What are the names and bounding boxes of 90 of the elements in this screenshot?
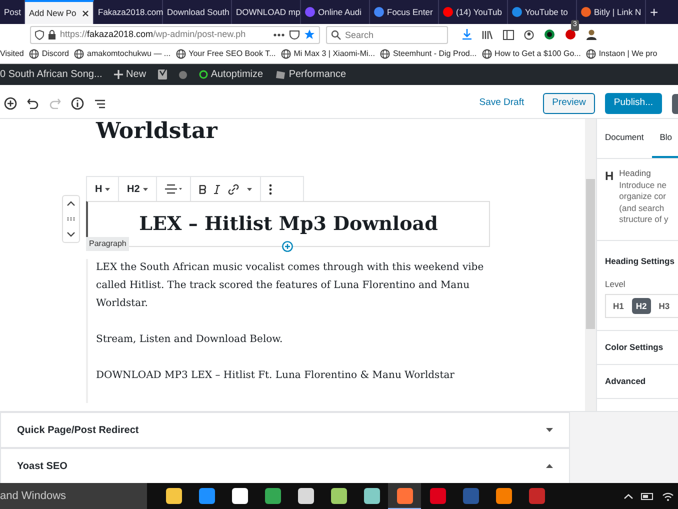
scroll-thumb[interactable] <box>586 179 595 329</box>
italic-icon[interactable] <box>214 184 220 194</box>
block-name: Heading <box>619 167 652 180</box>
globe-icon <box>280 49 291 59</box>
bookmark[interactable]: Discord <box>28 48 69 60</box>
bookmark[interactable]: Instaon | We pro <box>586 48 658 60</box>
close-icon[interactable] <box>82 10 89 16</box>
align-center-icon[interactable] <box>164 184 182 194</box>
battery-icon[interactable] <box>641 493 654 500</box>
block-label: Paragraph <box>86 237 130 251</box>
taskbar-search[interactable]: and Windows <box>0 483 147 509</box>
bold-icon[interactable] <box>198 184 206 194</box>
account-icon[interactable] <box>524 30 534 40</box>
paragraph[interactable]: LEX the South African music vocalist comes through with this weekend vibe called Hitlist. The track scored the features of Luna Florentino and Manu Worldstar. <box>96 259 490 313</box>
add-block-icon[interactable] <box>4 97 17 110</box>
status-ring-icon <box>199 70 208 79</box>
status-dot-icon <box>179 70 188 78</box>
heading-level-button[interactable]: H2 <box>126 182 148 196</box>
panel-title[interactable]: Heading Settings <box>605 255 676 268</box>
globe-icon <box>586 49 596 59</box>
new-menu[interactable]: New <box>114 67 146 82</box>
autoptimize-menu[interactable]: Autoptimize <box>199 67 264 82</box>
post-title[interactable]: Worldstar <box>96 119 218 144</box>
meta-box-header[interactable]: Yoast SEO <box>0 448 570 484</box>
caret-icon <box>104 188 110 190</box>
expand-arrow-icon[interactable] <box>546 428 553 432</box>
star-icon[interactable] <box>304 29 315 40</box>
block-description: Introduce ne organize cor (and search structure of y <box>619 180 668 226</box>
caret-icon[interactable] <box>246 188 252 190</box>
globe-icon <box>482 49 492 59</box>
url-text: https://fakaza2018.com/wp-admin/post-new.ph <box>60 28 246 41</box>
collapse-arrow-icon[interactable] <box>546 464 553 468</box>
bookmark[interactable]: Mi Max 3 | Xiaomi-Mi... <box>280 48 375 60</box>
globe-icon <box>28 49 39 59</box>
move-up-icon[interactable] <box>67 201 75 206</box>
info-icon[interactable] <box>71 97 84 110</box>
address-bar[interactable]: https://fakaza2018.com/wp-admin/post-new.ph <box>30 26 320 44</box>
more-options-icon[interactable] <box>268 184 272 194</box>
level-label: Level <box>605 278 626 290</box>
bookmark[interactable]: Visited <box>0 48 24 60</box>
extension-icon[interactable] <box>544 29 555 40</box>
taskbar-app[interactable] <box>388 483 421 509</box>
caret-icon <box>142 188 148 190</box>
download-icon[interactable] <box>462 29 472 40</box>
wifi-icon[interactable] <box>662 492 674 501</box>
scrollbar[interactable] <box>585 119 596 411</box>
level-button[interactable]: H2 <box>632 298 651 314</box>
bookmark[interactable]: Your Free SEO Book T... <box>176 48 276 60</box>
meta-box-header[interactable]: Quick Page/Post Redirect <box>0 412 570 448</box>
paragraph[interactable]: DOWNLOAD MP3 LEX – Hitlist Ft. Luna Florentino & Manu Worldstar <box>96 367 490 385</box>
pocket-icon[interactable] <box>289 30 300 40</box>
block-type-button[interactable]: H <box>95 182 110 196</box>
move-down-icon[interactable] <box>67 232 75 237</box>
panel-title[interactable]: Advanced <box>605 373 676 390</box>
performance-icon <box>275 70 286 80</box>
sidebar-icon[interactable] <box>503 30 514 40</box>
plus-icon <box>114 70 124 79</box>
bookmark[interactable]: Steemhunt - Dig Prod... <box>380 48 477 60</box>
paragraph[interactable]: Stream, Listen and Download Below. <box>96 331 490 349</box>
globe-icon <box>176 49 186 59</box>
avatar-icon[interactable] <box>586 29 597 40</box>
performance-menu[interactable]: Performance <box>275 67 346 82</box>
sidebar-tab[interactable]: Document <box>597 119 652 158</box>
sidebar-tab[interactable]: Blo <box>652 119 678 158</box>
chevron-up-icon[interactable] <box>624 494 633 499</box>
settings-toggle-button[interactable] <box>672 94 678 114</box>
drag-handle-icon[interactable] <box>67 216 75 221</box>
search-field[interactable]: Search <box>326 26 448 44</box>
browser-tab[interactable]: Add New Po <box>25 0 94 24</box>
link-icon[interactable] <box>228 184 239 194</box>
level-button[interactable]: H3 <box>654 298 674 314</box>
shield-icon <box>35 30 44 40</box>
preview-button[interactable]: Preview <box>543 93 595 114</box>
library-icon[interactable] <box>482 30 493 40</box>
site-name-link[interactable]: 0 South African Song... <box>0 67 102 82</box>
lock-icon <box>48 30 56 40</box>
globe-icon <box>74 49 84 59</box>
search-icon <box>331 30 341 40</box>
globe-icon <box>380 49 390 59</box>
level-button[interactable]: H1 <box>609 298 628 314</box>
new-tab-button[interactable]: + <box>646 0 670 24</box>
publish-button[interactable]: Publish... <box>604 93 662 114</box>
panel-title[interactable]: Color Settings <box>605 339 676 356</box>
bookmark[interactable]: How to Get a $100 Go... <box>482 48 581 60</box>
outline-icon[interactable] <box>94 98 106 108</box>
bookmark[interactable]: amakomtochukwu — ... <box>74 48 171 60</box>
more-icon[interactable] <box>273 32 285 36</box>
block-type-icon: H <box>605 167 614 185</box>
undo-icon[interactable] <box>27 98 39 109</box>
save-draft-button[interactable]: Save Draft <box>470 93 534 114</box>
